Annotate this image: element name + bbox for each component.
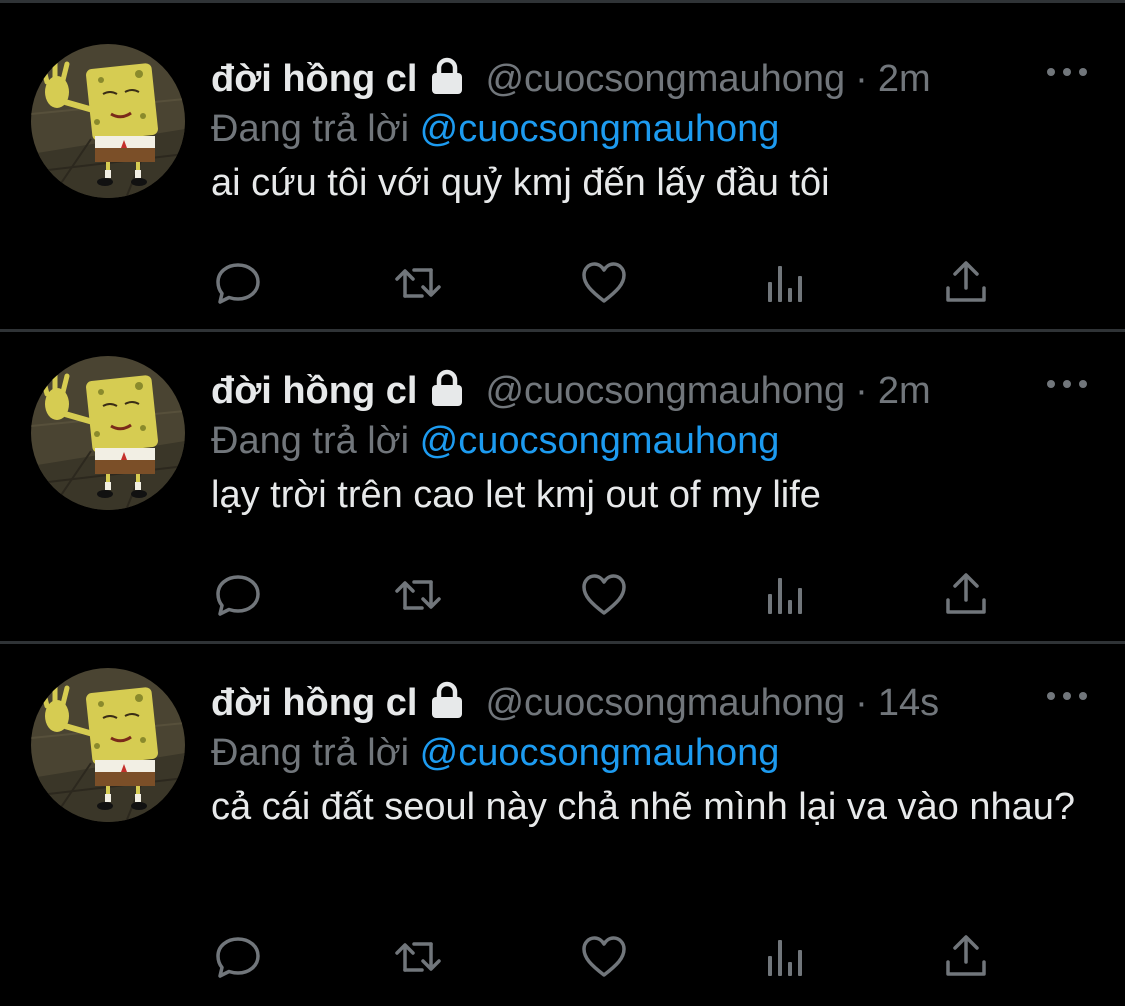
- analytics-button[interactable]: [760, 258, 810, 308]
- reply-button[interactable]: [213, 570, 263, 620]
- like-button[interactable]: [579, 258, 629, 308]
- retweet-icon: [395, 580, 441, 610]
- analytics-button[interactable]: [760, 570, 810, 620]
- separator-dot: ·: [855, 58, 868, 100]
- tweet[interactable]: đời hồng cl @cuocsongmauhong · 2m Đang trả …: [0, 332, 1125, 644]
- tweet-actions: [211, 932, 1001, 982]
- display-name[interactable]: đời hồng cl: [211, 682, 417, 724]
- spongebob-avatar: [31, 668, 185, 822]
- like-button[interactable]: [579, 570, 629, 620]
- reply-prefix: Đang trả lời: [211, 420, 410, 462]
- avatar[interactable]: [31, 356, 185, 510]
- tweet-text: ai cứu tôi với quỷ kmj đến lấy đầu tôi: [211, 162, 830, 204]
- retweet-icon: [395, 268, 441, 298]
- reply-context: Đang trả lời @cuocsongmauhong: [211, 416, 1085, 466]
- share-button[interactable]: [941, 570, 991, 620]
- tweet-text: lạy trời trên cao let kmj out of my life: [211, 474, 821, 516]
- tweet-header: đời hồng cl @cuocsongmauhong · 14s: [211, 678, 1087, 728]
- analytics-icon: [768, 578, 802, 614]
- tweet-text: cả cái đất seoul này chả nhẽ mình lại va…: [211, 786, 1076, 828]
- share-icon: [946, 261, 986, 302]
- share-icon: [946, 935, 986, 976]
- tweet-header: đời hồng cl @cuocsongmauhong · 2m: [211, 54, 1087, 104]
- avatar[interactable]: [31, 44, 185, 198]
- more-options-icon[interactable]: [1045, 62, 1089, 82]
- like-icon: [582, 262, 626, 303]
- like-icon: [582, 574, 626, 615]
- reply-icon: [216, 937, 260, 978]
- display-name[interactable]: đời hồng cl: [211, 370, 417, 412]
- spongebob-avatar: [31, 356, 185, 510]
- separator-dot: ·: [855, 682, 868, 724]
- lock-icon: [432, 369, 463, 406]
- reply-icon: [216, 575, 260, 616]
- reply-prefix: Đang trả lời: [211, 732, 410, 774]
- lock-icon: [432, 57, 463, 94]
- like-icon: [582, 936, 626, 977]
- tweet[interactable]: đời hồng cl @cuocsongmauhong · 14s Đang trả…: [0, 644, 1125, 1006]
- share-button[interactable]: [941, 932, 991, 982]
- analytics-icon: [768, 266, 802, 302]
- handle[interactable]: @cuocsongmauhong: [485, 682, 845, 724]
- reply-button[interactable]: [213, 932, 263, 982]
- reply-context: Đang trả lời @cuocsongmauhong: [211, 104, 1085, 154]
- display-name[interactable]: đời hồng cl: [211, 58, 417, 100]
- retweet-icon: [395, 942, 441, 972]
- analytics-icon: [768, 940, 802, 976]
- analytics-button[interactable]: [760, 932, 810, 982]
- separator-dot: ·: [855, 370, 868, 412]
- handle[interactable]: @cuocsongmauhong: [485, 58, 845, 100]
- share-icon: [946, 573, 986, 614]
- lock-icon: [432, 681, 463, 718]
- retweet-button[interactable]: [393, 570, 443, 620]
- tweet-header: đời hồng cl @cuocsongmauhong · 2m: [211, 366, 1087, 416]
- reply-mention-link[interactable]: @cuocsongmauhong: [420, 420, 780, 462]
- timestamp[interactable]: 2m: [878, 370, 931, 412]
- timestamp[interactable]: 2m: [878, 58, 931, 100]
- handle[interactable]: @cuocsongmauhong: [485, 370, 845, 412]
- retweet-button[interactable]: [393, 258, 443, 308]
- reply-mention-link[interactable]: @cuocsongmauhong: [420, 108, 780, 150]
- more-options-icon[interactable]: [1045, 686, 1089, 706]
- tweet[interactable]: đời hồng cl @cuocsongmauhong · 2m Đang trả …: [0, 3, 1125, 332]
- reply-prefix: Đang trả lời: [211, 108, 410, 150]
- tweet-actions: [211, 258, 1001, 308]
- reply-icon: [216, 263, 260, 304]
- tweet-actions: [211, 570, 1001, 620]
- like-button[interactable]: [579, 932, 629, 982]
- spongebob-avatar: [31, 44, 185, 198]
- timestamp[interactable]: 14s: [878, 682, 939, 724]
- reply-button[interactable]: [213, 258, 263, 308]
- avatar[interactable]: [31, 668, 185, 822]
- retweet-button[interactable]: [393, 932, 443, 982]
- share-button[interactable]: [941, 258, 991, 308]
- reply-context: Đang trả lời @cuocsongmauhong: [211, 728, 1085, 778]
- reply-mention-link[interactable]: @cuocsongmauhong: [420, 732, 780, 774]
- more-options-icon[interactable]: [1045, 374, 1089, 394]
